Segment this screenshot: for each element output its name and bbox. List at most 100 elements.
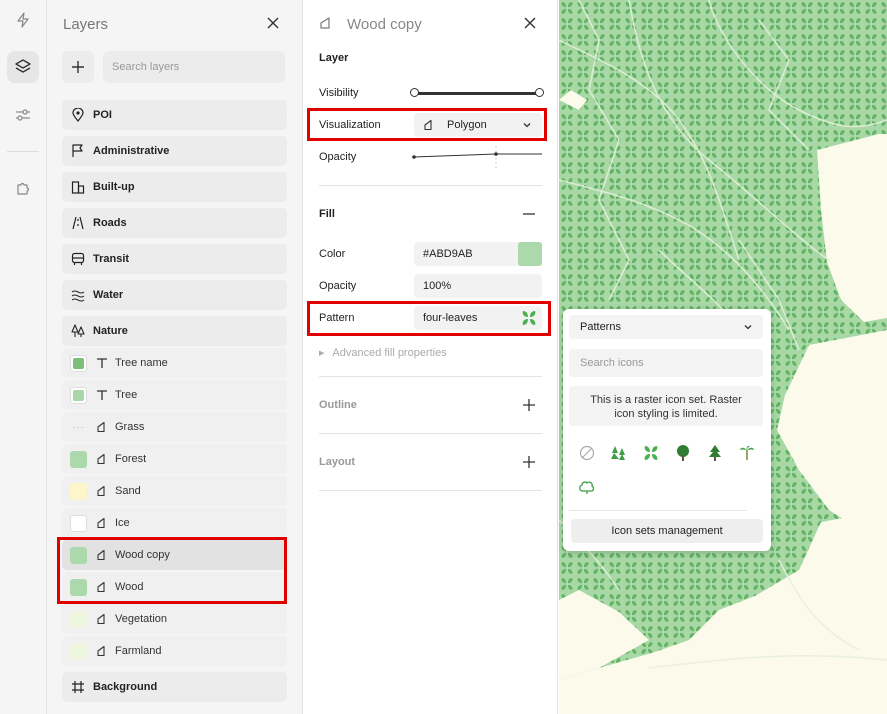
layer-item-label: Sand [115, 485, 141, 497]
layer-group-roads[interactable]: Roads [62, 208, 287, 238]
layer-item-label: Forest [115, 453, 147, 465]
trees-icon [71, 324, 85, 338]
layer-group-nature[interactable]: Nature [62, 316, 287, 346]
layer-item-tree[interactable]: Tree [62, 380, 287, 410]
color-input[interactable]: #ABD9AB [414, 242, 542, 266]
left-rail [0, 0, 47, 714]
polygon-type-icon [95, 484, 109, 498]
frame-icon [71, 680, 85, 694]
advanced-fill-label: Advanced fill properties [332, 347, 447, 359]
sliders-icon[interactable] [7, 99, 39, 131]
pine-trees-icon[interactable] [608, 442, 630, 464]
layer-group-administrative[interactable]: Administrative [62, 136, 287, 166]
fill-opacity-input[interactable]: 100% [414, 274, 542, 298]
properties-title: Wood copy [347, 16, 422, 33]
opacity-curve-editor[interactable] [412, 146, 542, 168]
divider [319, 433, 542, 434]
layer-group-built-up[interactable]: Built-up [62, 172, 287, 202]
advanced-fill-toggle[interactable]: ▶ Advanced fill properties [319, 347, 447, 359]
highlight-box [307, 301, 551, 336]
layer-group-label: POI [93, 109, 112, 121]
puzzle-icon[interactable] [7, 172, 39, 204]
conifer-icon[interactable] [704, 442, 726, 464]
layer-item-farmland[interactable]: Farmland [62, 636, 287, 666]
highlight-box [307, 108, 547, 141]
layer-swatch [70, 450, 87, 468]
layer-group-label: Built-up [93, 181, 135, 193]
search-icons-input[interactable]: Search icons [569, 349, 763, 377]
divider [319, 376, 542, 377]
layer-item-label: Vegetation [115, 613, 167, 625]
layer-group-poi[interactable]: POI [62, 100, 287, 130]
layer-swatch [70, 354, 87, 372]
chevron-down-icon [744, 325, 752, 330]
layer-swatch [70, 514, 87, 532]
map-pin-icon [71, 108, 85, 122]
four-leaves-icon[interactable] [640, 442, 662, 464]
search-layers-input[interactable]: Search layers [103, 51, 285, 83]
opacity-label: Opacity [319, 151, 357, 163]
add-layer-button[interactable] [62, 51, 94, 83]
visibility-range-slider[interactable] [410, 87, 544, 99]
add-layout-plus-icon[interactable] [522, 455, 536, 472]
patterns-popup: Patterns Search icons This is a raster i… [563, 309, 771, 551]
patterns-dropdown[interactable]: Patterns [569, 315, 763, 339]
visibility-label: Visibility [319, 87, 359, 99]
layer-group-background[interactable]: Background [62, 672, 287, 702]
color-value: #ABD9AB [423, 248, 473, 260]
patterns-dropdown-label: Patterns [580, 321, 621, 333]
rail-divider [7, 151, 39, 152]
no-color-indicator: ··· [72, 422, 85, 432]
polygon-type-icon [95, 452, 109, 466]
layers-title: Layers [63, 16, 109, 33]
close-icon[interactable] [266, 16, 282, 32]
bolt-icon[interactable] [7, 4, 39, 36]
divider [319, 185, 542, 186]
text-type-icon [95, 388, 109, 402]
polygon-type-icon [319, 16, 333, 33]
layer-item-forest[interactable]: Forest [62, 444, 287, 474]
flag-icon [71, 144, 85, 158]
layer-group-label: Background [93, 681, 158, 693]
layer-item-ice[interactable]: Ice [62, 508, 287, 538]
bus-icon [71, 252, 85, 266]
fill-opacity-value: 100% [423, 280, 452, 292]
add-outline-plus-icon[interactable] [522, 398, 536, 415]
layer-group-label: Nature [93, 325, 128, 337]
layer-item-label: Grass [115, 421, 145, 433]
layer-swatch [70, 610, 87, 628]
waves-icon [71, 288, 85, 302]
polygon-type-icon [95, 612, 109, 626]
layer-item-label: Tree [115, 389, 138, 401]
layer-item-vegetation[interactable]: Vegetation [62, 604, 287, 634]
layer-item-tree-name[interactable]: Tree name [62, 348, 287, 378]
bush-icon[interactable] [576, 475, 598, 497]
layer-group-label: Transit [93, 253, 130, 265]
polygon-type-icon [95, 516, 109, 530]
deciduous-tree-icon[interactable] [672, 442, 694, 464]
layer-group-label: Roads [93, 217, 127, 229]
layer-item-grass[interactable]: ··· Grass [62, 412, 287, 442]
layout-section-title: Layout [319, 456, 356, 468]
collapse-minus-icon[interactable] [522, 207, 536, 224]
plus-icon [72, 61, 84, 73]
polygon-type-icon [95, 420, 109, 434]
layer-item-label: Farmland [115, 645, 162, 657]
icon-sets-management-button[interactable]: Icon sets management [571, 519, 763, 543]
divider [319, 490, 542, 491]
color-label: Color [319, 248, 346, 260]
layer-group-transit[interactable]: Transit [62, 244, 287, 274]
layer-group-water[interactable]: Water [62, 280, 287, 310]
color-swatch[interactable] [518, 242, 542, 266]
close-icon[interactable] [523, 16, 539, 32]
layer-group-label: Administrative [93, 145, 170, 157]
layer-item-sand[interactable]: Sand [62, 476, 287, 506]
text-type-icon [95, 356, 109, 370]
fill-section-title: Fill [319, 208, 335, 220]
layers-icon[interactable] [7, 51, 39, 83]
palm-icon[interactable] [736, 442, 758, 464]
highlight-box [57, 537, 287, 604]
polygon-type-icon [95, 644, 109, 658]
none-icon[interactable] [576, 442, 598, 464]
raster-note: This is a raster icon set. Raster icon s… [569, 386, 763, 426]
